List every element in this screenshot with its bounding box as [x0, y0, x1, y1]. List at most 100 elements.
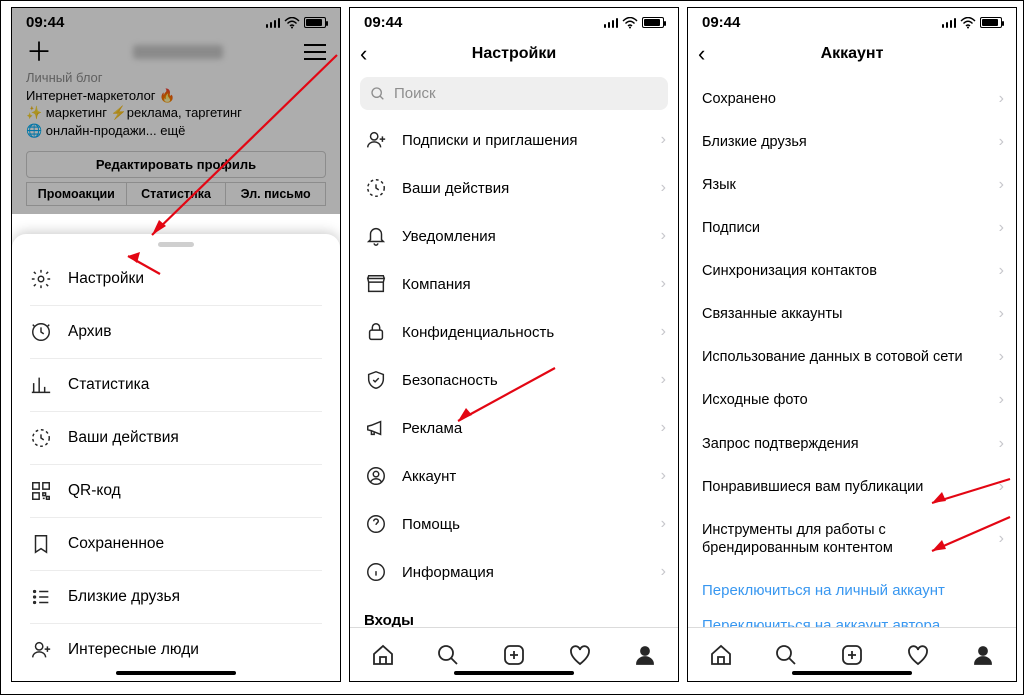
back-button[interactable]: ‹: [698, 41, 728, 67]
menu-statistics[interactable]: Статистика: [30, 359, 322, 412]
profile-bio: Личный блог Интернет-маркетолог 🔥 ✨ марк…: [12, 69, 340, 147]
menu-qrcode[interactable]: QR-код: [30, 465, 322, 518]
settings-business[interactable]: Компания›: [364, 260, 678, 308]
menu-label: Настройки: [68, 270, 144, 288]
account-verify[interactable]: Запрос подтверждения›: [702, 422, 1016, 465]
nav-activity[interactable]: [568, 643, 592, 667]
status-bar: 09:44: [688, 8, 1016, 33]
wifi-icon: [622, 17, 638, 29]
status-time: 09:44: [364, 14, 402, 31]
nav-profile[interactable]: [971, 643, 995, 667]
archive-icon: [30, 321, 52, 343]
settings-ads[interactable]: Реклама›: [364, 404, 678, 452]
chevron-right-icon: ›: [661, 371, 666, 389]
store-icon: [364, 272, 388, 296]
account-icon: [364, 464, 388, 488]
edit-profile-button[interactable]: Редактировать профиль: [26, 151, 326, 178]
battery-icon: [304, 17, 326, 28]
nav-activity[interactable]: [906, 643, 930, 667]
chevron-right-icon: ›: [661, 515, 666, 533]
tab-promo[interactable]: Промоакции: [26, 182, 127, 206]
nav-add[interactable]: [840, 643, 864, 667]
add-person-icon: [30, 639, 52, 661]
tab-stats[interactable]: Статистика: [127, 182, 227, 206]
battery-icon: [980, 17, 1002, 28]
account-branded[interactable]: Инструменты для работы с брендированным …: [702, 508, 1016, 569]
phone-account: 09:44 ‹ Аккаунт Сохранено› Близкие друзь…: [687, 7, 1017, 682]
account-linked[interactable]: Связанные аккаунты›: [702, 293, 1016, 336]
gear-icon: [30, 268, 52, 290]
chevron-right-icon: ›: [999, 435, 1004, 453]
switch-personal-link[interactable]: Переключиться на личный аккаунт: [688, 570, 1016, 611]
activity-icon: [30, 427, 52, 449]
shield-icon: [364, 368, 388, 392]
nav-profile[interactable]: [633, 643, 657, 667]
wifi-icon: [284, 17, 300, 29]
chevron-right-icon: ›: [661, 131, 666, 149]
menu-closefriends[interactable]: Близкие друзья: [30, 571, 322, 624]
nav-search[interactable]: [436, 643, 460, 667]
chevron-right-icon: ›: [999, 530, 1004, 548]
phone-settings: 09:44 ‹ Настройки Поиск Подписки и пригл…: [349, 7, 679, 682]
status-indicators: [266, 17, 327, 29]
settings-privacy[interactable]: Конфиденциальность›: [364, 308, 678, 356]
home-indicator: [792, 671, 912, 675]
nav-home[interactable]: [371, 643, 395, 667]
menu-discover[interactable]: Интересные люди: [30, 624, 322, 676]
page-title: Настройки: [390, 45, 638, 63]
chevron-right-icon: ›: [661, 419, 666, 437]
sheet-handle[interactable]: [158, 242, 194, 247]
chevron-right-icon: ›: [661, 275, 666, 293]
account-cellular[interactable]: Использование данных в сотовой сети›: [702, 336, 1016, 379]
chevron-right-icon: ›: [661, 563, 666, 581]
settings-account[interactable]: Аккаунт›: [364, 452, 678, 500]
help-icon: [364, 512, 388, 536]
settings-notifications[interactable]: Уведомления›: [364, 212, 678, 260]
account-captions[interactable]: Подписи›: [702, 206, 1016, 249]
wifi-icon: [960, 17, 976, 29]
page-title: Аккаунт: [728, 45, 976, 63]
settings-activity[interactable]: Ваши действия›: [364, 164, 678, 212]
settings-follow[interactable]: Подписки и приглашения›: [364, 116, 678, 164]
account-contacts[interactable]: Синхронизация контактов›: [702, 250, 1016, 293]
nav-search[interactable]: [774, 643, 798, 667]
menu-activity[interactable]: Ваши действия: [30, 412, 322, 465]
menu-label: Интересные люди: [68, 641, 199, 659]
settings-about[interactable]: Информация›: [364, 548, 678, 596]
nav-add[interactable]: [502, 643, 526, 667]
bio-line3: 🌐 онлайн-продажи... ещё: [26, 122, 326, 140]
menu-sheet: Настройки Архив Статистика Ваши действия…: [12, 234, 340, 681]
bell-icon: [364, 224, 388, 248]
account-closefriends[interactable]: Близкие друзья›: [702, 120, 1016, 163]
home-indicator: [454, 671, 574, 675]
status-time: 09:44: [702, 14, 740, 31]
new-post-button[interactable]: ＋: [26, 39, 52, 65]
info-icon: [364, 560, 388, 584]
menu-button[interactable]: [304, 44, 326, 60]
phone-profile: 09:44 ＋ Личный блог Интернет-маркетолог …: [11, 7, 341, 682]
activity-icon: [364, 176, 388, 200]
account-saved[interactable]: Сохранено›: [702, 77, 1016, 120]
menu-settings[interactable]: Настройки: [30, 253, 322, 306]
tab-email[interactable]: Эл. письмо: [226, 182, 326, 206]
chevron-right-icon: ›: [999, 219, 1004, 237]
menu-label: Сохраненное: [68, 535, 164, 553]
search-input[interactable]: Поиск: [360, 77, 668, 110]
menu-saved[interactable]: Сохраненное: [30, 518, 322, 571]
cellular-icon: [604, 18, 619, 28]
back-button[interactable]: ‹: [360, 41, 390, 67]
menu-archive[interactable]: Архив: [30, 306, 322, 359]
nav-home[interactable]: [709, 643, 733, 667]
chevron-right-icon: ›: [999, 176, 1004, 194]
menu-label: Ваши действия: [68, 429, 179, 447]
status-time: 09:44: [26, 14, 64, 31]
status-bar: 09:44: [350, 8, 678, 33]
account-liked[interactable]: Понравившиеся вам публикации›: [702, 465, 1016, 508]
chevron-right-icon: ›: [999, 305, 1004, 323]
cellular-icon: [266, 18, 281, 28]
account-original[interactable]: Исходные фото›: [702, 379, 1016, 422]
settings-help[interactable]: Помощь›: [364, 500, 678, 548]
account-language[interactable]: Язык›: [702, 163, 1016, 206]
list-icon: [30, 586, 52, 608]
settings-security[interactable]: Безопасность›: [364, 356, 678, 404]
